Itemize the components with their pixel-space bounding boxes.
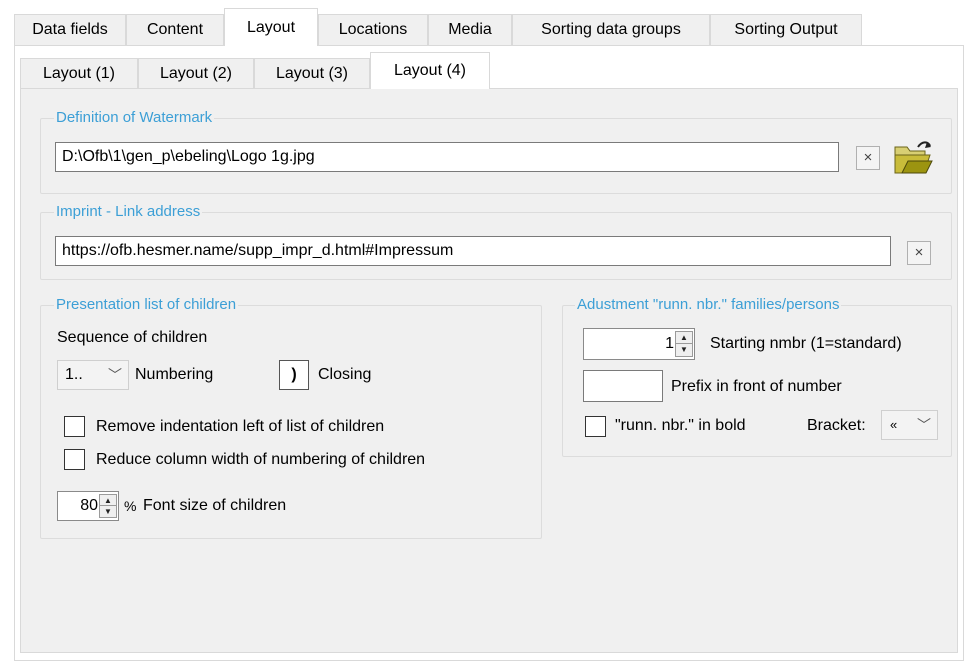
bracket-select[interactable]: « ﹀ bbox=[881, 410, 938, 440]
runn-nbr-bold-label: "runn. nbr." in bold bbox=[615, 417, 746, 434]
tab-layout-3[interactable]: Layout (3) bbox=[254, 58, 370, 88]
font-size-value: 80 bbox=[80, 497, 98, 514]
remove-indent-label: Remove indentation left of list of child… bbox=[96, 418, 385, 435]
adjustment-group: Adustment "runn. nbr." families/persons … bbox=[562, 296, 952, 457]
open-folder-button[interactable] bbox=[892, 135, 934, 177]
stepper-up-icon[interactable]: ▲ bbox=[100, 495, 116, 506]
runn-nbr-bold-checkbox[interactable] bbox=[585, 416, 606, 437]
adjustment-legend: Adustment "runn. nbr." families/persons bbox=[575, 296, 842, 314]
stepper-buttons[interactable]: ▲ ▼ bbox=[99, 494, 117, 518]
clear-imprint-button[interactable]: × bbox=[907, 241, 931, 265]
tab-sorting-data-groups[interactable]: Sorting data groups bbox=[512, 14, 710, 45]
closing-field[interactable]: ) bbox=[279, 360, 309, 390]
prefix-label: Prefix in front of number bbox=[671, 378, 842, 395]
font-size-label: Font size of children bbox=[143, 497, 287, 514]
sequence-label: Sequence of children bbox=[57, 329, 208, 346]
watermark-legend: Definition of Watermark bbox=[54, 109, 215, 127]
tab-content[interactable]: Content bbox=[126, 14, 224, 45]
bracket-label: Bracket: bbox=[807, 417, 866, 434]
watermark-group: Definition of Watermark D:\Ofb\1\gen_p\e… bbox=[40, 109, 952, 194]
imprint-group: Imprint - Link address https://ofb.hesme… bbox=[40, 203, 952, 280]
children-group: Presentation list of children Sequence o… bbox=[40, 296, 542, 539]
closing-label: Closing bbox=[318, 366, 372, 383]
tab-media[interactable]: Media bbox=[428, 14, 512, 45]
tab-sorting-output[interactable]: Sorting Output bbox=[710, 14, 862, 45]
reduce-width-label: Reduce column width of numbering of chil… bbox=[96, 451, 426, 468]
numbering-select[interactable]: 1.. ﹀ bbox=[57, 360, 129, 390]
starting-number-stepper[interactable]: 1 ▲ ▼ bbox=[583, 328, 695, 360]
numbering-label: Numbering bbox=[135, 366, 214, 383]
tab-layout-2[interactable]: Layout (2) bbox=[138, 58, 254, 88]
close-icon: × bbox=[863, 149, 873, 166]
chevron-down-icon: ﹀ bbox=[917, 417, 931, 433]
font-size-stepper[interactable]: 80 ▲ ▼ bbox=[57, 491, 119, 521]
prefix-input[interactable] bbox=[583, 370, 663, 402]
stepper-down-icon[interactable]: ▼ bbox=[676, 344, 692, 356]
clear-watermark-button[interactable]: × bbox=[856, 146, 880, 170]
chevron-down-icon: ﹀ bbox=[108, 367, 122, 383]
tab-layout-1[interactable]: Layout (1) bbox=[20, 58, 138, 88]
imprint-legend: Imprint - Link address bbox=[54, 203, 203, 221]
starting-number-value: 1 bbox=[665, 335, 674, 352]
close-icon: × bbox=[914, 244, 924, 261]
open-folder-icon bbox=[894, 141, 933, 174]
children-legend: Presentation list of children bbox=[54, 296, 239, 314]
remove-indent-checkbox[interactable] bbox=[64, 416, 85, 437]
watermark-path-field[interactable]: D:\Ofb\1\gen_p\ebeling\Logo 1g.jpg bbox=[55, 142, 839, 172]
tab-data-fields[interactable]: Data fields bbox=[14, 14, 126, 45]
tab-layout[interactable]: Layout bbox=[224, 8, 318, 46]
stepper-down-icon[interactable]: ▼ bbox=[100, 506, 116, 517]
imprint-url-field[interactable]: https://ofb.hesmer.name/supp_impr_d.html… bbox=[55, 236, 891, 266]
tab-layout-4[interactable]: Layout (4) bbox=[370, 52, 490, 89]
stepper-buttons[interactable]: ▲ ▼ bbox=[675, 331, 693, 357]
bracket-value: « bbox=[890, 417, 898, 432]
tab-locations[interactable]: Locations bbox=[318, 14, 428, 45]
stepper-up-icon[interactable]: ▲ bbox=[676, 332, 692, 344]
percent-label: % bbox=[124, 498, 137, 514]
starting-number-label: Starting nmbr (1=standard) bbox=[710, 335, 902, 352]
reduce-width-checkbox[interactable] bbox=[64, 449, 85, 470]
numbering-value: 1.. bbox=[65, 366, 83, 383]
